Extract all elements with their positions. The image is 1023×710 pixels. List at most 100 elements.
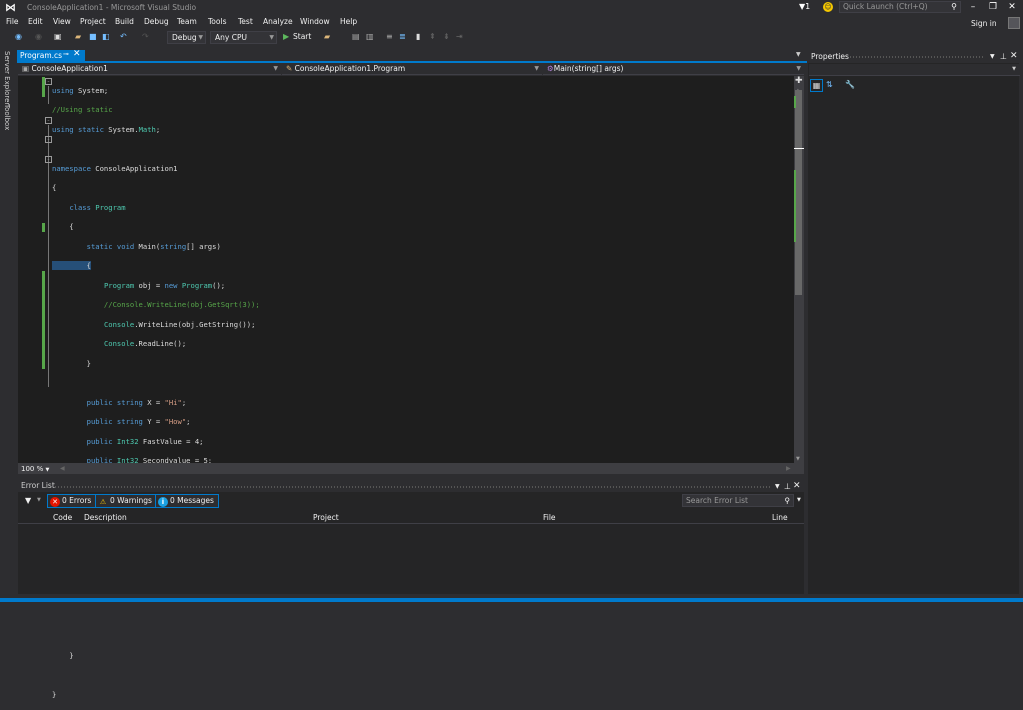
menu-tools[interactable]: Tools [208, 17, 226, 26]
code-text[interactable]: using System; //Using static using stati… [52, 76, 467, 710]
navigate-back-icon[interactable]: ◉ [15, 32, 22, 41]
toolbox-tab[interactable]: Toolbox [3, 104, 11, 130]
code-line: using System; [52, 85, 109, 95]
notifications-button[interactable]: ▼1 [799, 2, 810, 11]
column-project[interactable]: Project [313, 513, 339, 522]
properties-dropdown-icon[interactable]: ▼ [990, 53, 995, 60]
warning-icon: ⚠ [99, 498, 107, 506]
save-icon[interactable]: ■ [89, 32, 97, 41]
errors-filter-button[interactable]: ✕ 0 Errors [47, 494, 97, 508]
menu-test[interactable]: Test [238, 17, 253, 26]
properties-pin-icon[interactable]: ⊥ [1000, 52, 1007, 61]
document-tab-well [17, 49, 807, 63]
menu-file[interactable]: File [6, 17, 19, 26]
messages-filter-button[interactable]: i0 Messages [155, 494, 219, 508]
project-nav-dropdown[interactable]: ▣ ConsoleApplication1 ▼ [18, 63, 281, 75]
code-line: Console.ReadLine(); [103, 339, 187, 349]
solution-platform-select[interactable]: Any CPU ▼ [210, 31, 277, 44]
close-tab-icon[interactable]: ✕ [73, 49, 81, 59]
clear-bookmarks-icon[interactable]: ⇥ [456, 32, 463, 41]
property-pages-wrench-icon[interactable]: 🔧 [845, 80, 855, 89]
pin-icon[interactable]: ⊸ [63, 50, 69, 58]
undo-icon[interactable]: ↶ [120, 32, 127, 41]
previous-bookmark-icon[interactable]: ⇞ [429, 32, 436, 41]
editor-horizontal-bar [18, 463, 804, 474]
configuration-value: Debug [172, 33, 197, 42]
column-code[interactable]: Code [53, 513, 72, 522]
next-bookmark-icon[interactable]: ⇟ [443, 32, 450, 41]
find-in-files-icon[interactable]: ▰ [324, 32, 330, 41]
redo-icon[interactable]: ↷ [142, 32, 149, 41]
column-file[interactable]: File [543, 513, 556, 522]
feedback-smiley-icon[interactable]: ☺ [823, 2, 833, 12]
start-play-icon[interactable]: ▶ [283, 32, 289, 41]
sign-in-link[interactable]: Sign in [971, 19, 997, 28]
scroll-left-icon[interactable]: ◀ [60, 465, 65, 472]
menu-analyze[interactable]: Analyze [263, 17, 293, 26]
navigate-forward-icon[interactable]: ◉ [35, 32, 42, 41]
error-list-dropdown-icon[interactable]: ▼ [775, 483, 780, 490]
column-line[interactable]: Line [772, 513, 788, 522]
alphabetical-view-icon[interactable]: ⇅ [826, 80, 833, 89]
uncomment-icon[interactable]: ≣ [399, 32, 406, 41]
menu-team[interactable]: Team [177, 17, 197, 26]
comment-icon[interactable]: ≡ [386, 32, 393, 41]
collapse-class-icon[interactable]: - [45, 136, 52, 143]
menu-view[interactable]: View [53, 17, 71, 26]
collapse-method-icon[interactable]: - [45, 156, 52, 163]
server-explorer-tab[interactable]: Server Explorer [3, 51, 11, 105]
tab-label: Program.cs [20, 51, 63, 60]
quick-launch-input[interactable]: Quick Launch (Ctrl+Q) ⚲ [839, 1, 961, 13]
close-window-button[interactable]: ✕ [1006, 2, 1018, 12]
scroll-right-icon[interactable]: ▶ [786, 465, 791, 472]
class-view-icon[interactable]: ▥ [366, 32, 374, 41]
error-list-close-icon[interactable]: ✕ [793, 481, 801, 491]
menu-build[interactable]: Build [115, 17, 134, 26]
scrollbar-thumb[interactable] [795, 90, 802, 295]
menu-debug[interactable]: Debug [144, 17, 169, 26]
menu-help[interactable]: Help [340, 17, 357, 26]
error-list-header-row [18, 510, 804, 524]
menu-window[interactable]: Window [300, 17, 330, 26]
account-icon[interactable] [1008, 17, 1020, 29]
quick-launch-placeholder: Quick Launch (Ctrl+Q) [843, 2, 928, 11]
title-grip [850, 56, 985, 58]
new-project-icon[interactable]: ▣ [54, 32, 62, 41]
menu-edit[interactable]: Edit [28, 17, 43, 26]
menu-project[interactable]: Project [80, 17, 106, 26]
warnings-filter-button[interactable]: ⚠ 0 Warnings [95, 494, 157, 508]
start-button[interactable]: Start [293, 32, 311, 41]
split-editor-icon[interactable]: ✚ [795, 76, 803, 86]
bookmark-icon[interactable]: ▮ [416, 32, 420, 41]
solution-configuration-select[interactable]: Debug ▼ [167, 31, 206, 44]
open-file-icon[interactable]: ▰ [75, 32, 81, 41]
search-options-icon[interactable]: ▼ [797, 497, 801, 503]
search-error-list-input[interactable]: Search Error List ⚲ [682, 494, 794, 507]
chevron-down-icon: ▼ [1012, 66, 1016, 72]
solution-explorer-icon[interactable]: ▤ [352, 32, 360, 41]
status-bar [0, 598, 1023, 602]
scrollbar-change-marker [794, 96, 796, 108]
minimize-button[interactable]: – [967, 2, 979, 12]
type-nav-dropdown[interactable]: ✎ ConsoleApplication1.Program ▼ [282, 63, 542, 75]
restore-button[interactable]: ❐ [987, 2, 999, 12]
properties-object-select[interactable]: ▼ [809, 64, 1020, 76]
errors-count: 0 Errors [62, 496, 92, 505]
save-all-icon[interactable]: ◧ [102, 32, 110, 41]
member-nav-dropdown[interactable]: ⚙Main(string[] args) ▼ [543, 63, 804, 75]
scroll-down-icon[interactable]: ▼ [796, 456, 800, 462]
collapse-namespace-icon[interactable]: - [45, 117, 52, 124]
chevron-down-icon: ▼ [273, 65, 278, 72]
notification-count: 1 [805, 2, 811, 11]
error-list-pin-icon[interactable]: ⊥ [784, 482, 791, 491]
filter-dropdown-icon[interactable]: ▼ [37, 497, 41, 503]
filter-icon[interactable]: ▼ [25, 496, 31, 505]
tab-overflow-icon[interactable]: ▼ [796, 51, 801, 58]
collapse-using-icon[interactable]: - [45, 78, 52, 85]
zoom-level-dropdown[interactable]: 100 % ▼ [21, 465, 49, 473]
column-description[interactable]: Description [84, 513, 127, 522]
categorized-view-icon[interactable]: ▦ [810, 79, 823, 92]
properties-close-icon[interactable]: ✕ [1010, 51, 1018, 61]
